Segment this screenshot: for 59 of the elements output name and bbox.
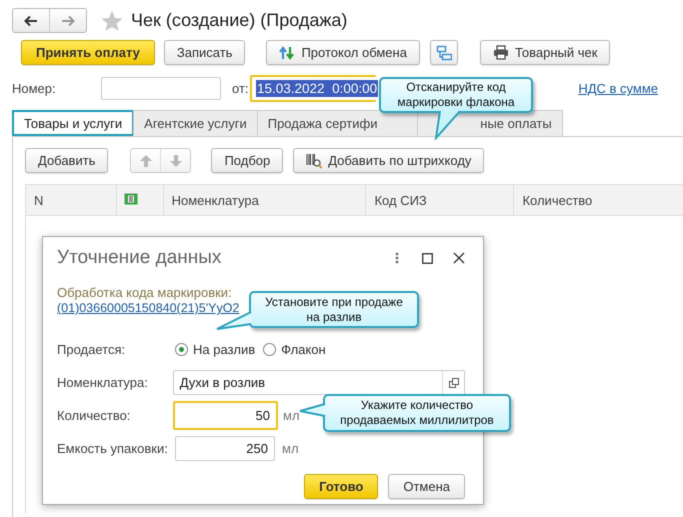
number-label: Номер: xyxy=(12,81,57,96)
history-buttons[interactable] xyxy=(12,8,87,33)
window-title: Чек (создание) (Продажа) xyxy=(131,10,348,31)
star-icon[interactable] xyxy=(101,10,123,31)
tooltip-pointer xyxy=(299,403,326,417)
radio-button[interactable] xyxy=(263,343,276,356)
marking-column-icon xyxy=(124,192,138,204)
date-label: от: xyxy=(232,81,250,96)
open-icon[interactable] xyxy=(448,378,458,388)
marking-code-link[interactable]: (01)03660005150840(21)5'YyO2 xyxy=(57,301,240,316)
save-button[interactable]: Записать xyxy=(164,40,246,65)
tab[interactable]: Товары и услуги xyxy=(12,110,134,136)
date-field[interactable]: 15.03.2022 0:00:00 xyxy=(250,75,376,102)
number-input-field[interactable]: 50 xyxy=(173,401,278,430)
arrow-down-icon xyxy=(168,154,183,168)
number-field[interactable] xyxy=(101,77,221,100)
print-receipt-button[interactable]: Товарный чек xyxy=(480,40,610,65)
sold-as-label: Продается: xyxy=(57,342,126,357)
cancel-button[interactable]: Отмена xyxy=(388,474,465,499)
tooltip: Отсканируйте код маркировки флакона xyxy=(379,77,533,113)
field-label: Емкость упаковки: xyxy=(57,441,169,456)
column-header: Код СИЗ xyxy=(366,184,514,216)
item-field[interactable]: Духи в розлив xyxy=(172,370,465,395)
done-button[interactable]: Готово xyxy=(304,474,378,499)
number-input-field[interactable]: 250 xyxy=(175,436,275,461)
printer-icon xyxy=(492,44,509,60)
arrow-up-icon xyxy=(138,154,153,168)
tab[interactable]: Агентские услуги xyxy=(133,110,258,136)
pick-button[interactable]: Подбор xyxy=(211,148,284,173)
exchange-log-button[interactable]: Протокол обмена xyxy=(266,40,420,65)
tooltip-pointer xyxy=(434,110,461,140)
column-header: Номенклатура xyxy=(163,184,366,216)
marking-code-label: Обработка кода маркировки: xyxy=(57,285,233,300)
unit-label: мл xyxy=(283,408,300,423)
close-icon[interactable] xyxy=(453,252,465,264)
maximize-icon[interactable] xyxy=(422,252,433,264)
forward-arrow-icon xyxy=(60,14,76,26)
back-arrow-icon xyxy=(23,14,39,26)
column-header: Количество xyxy=(514,184,683,216)
add-by-barcode-button[interactable]: Добавить по штрихкоду xyxy=(293,148,484,173)
structure-button[interactable] xyxy=(430,40,458,65)
tooltip: Установите при продаже на разлив xyxy=(249,291,419,328)
barcode-search-icon xyxy=(306,152,322,168)
field-label: Количество: xyxy=(57,408,132,423)
vat-link[interactable]: НДС в сумме xyxy=(578,81,658,96)
structure-icon xyxy=(436,44,452,60)
more-icon[interactable] xyxy=(395,252,399,264)
dialog-title: Уточнение данных xyxy=(57,247,222,269)
radio-button[interactable] xyxy=(175,343,188,356)
tab[interactable]: Продажа сертифи xyxy=(256,110,418,136)
column-header: N xyxy=(26,184,116,216)
unit-label: мл xyxy=(282,441,299,456)
field-label: Номенклатура: xyxy=(57,375,149,390)
up-down-arrows-icon xyxy=(279,44,296,60)
add-button[interactable]: Добавить xyxy=(25,148,108,173)
radio-label: На разлив xyxy=(193,342,256,357)
accept-payment-button[interactable]: Принять оплату xyxy=(21,40,155,65)
radio-label: Флакон xyxy=(281,342,326,357)
tooltip: Укажите количество продаваемых миллилитров xyxy=(323,394,511,432)
